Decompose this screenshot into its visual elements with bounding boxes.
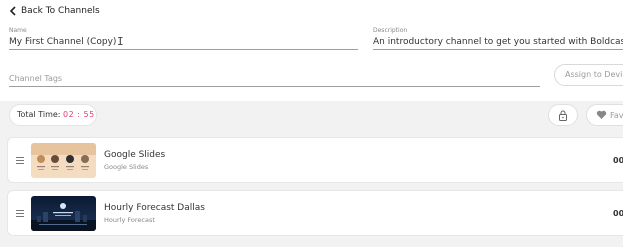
description-label: Description: [373, 27, 408, 34]
back-to-channels-link[interactable]: Back To Channels: [9, 6, 100, 16]
favorite-button[interactable]: Fav: [586, 104, 623, 126]
back-link-label: Back To Channels: [21, 6, 100, 16]
name-input[interactable]: My First Channel (Copy): [9, 37, 354, 47]
drag-handle-icon[interactable]: [16, 157, 24, 164]
playlist-item[interactable]: Google Slides Google Slides 00:: [7, 137, 623, 183]
lock-icon: [559, 110, 567, 121]
assign-to-device-button[interactable]: Assign to Devic: [554, 64, 623, 86]
total-time-badge: Total Time: 02 : 55: [9, 104, 97, 126]
total-time-value: 02 : 55: [63, 110, 95, 119]
drag-handle-icon[interactable]: [16, 210, 24, 217]
item-title: Google Slides: [104, 150, 166, 160]
favorite-label: Fav: [610, 110, 623, 120]
description-underline: [373, 49, 623, 50]
total-time-label: Total Time:: [17, 110, 61, 119]
heart-icon: [596, 110, 607, 119]
item-duration: 00:: [613, 156, 623, 165]
tags-underline: [9, 86, 540, 87]
item-type: Hourly Forecast: [104, 216, 155, 224]
name-underline: [9, 49, 358, 50]
playlist-item[interactable]: Hourly Forecast Dallas Hourly Forecast 0…: [7, 190, 623, 236]
item-title: Hourly Forecast Dallas: [104, 203, 205, 213]
description-input[interactable]: An introductory channel to get you start…: [373, 37, 623, 47]
text-cursor-icon: I: [117, 35, 124, 48]
lock-button[interactable]: [548, 104, 578, 126]
chevron-left-icon: [9, 6, 16, 16]
google-slides-thumbnail: [31, 143, 96, 178]
name-label: Name: [9, 27, 27, 34]
item-duration: 00:: [613, 209, 623, 218]
hourly-forecast-thumbnail: [31, 196, 96, 231]
channel-tags-input[interactable]: Channel Tags: [9, 74, 62, 83]
item-type: Google Slides: [104, 163, 149, 171]
